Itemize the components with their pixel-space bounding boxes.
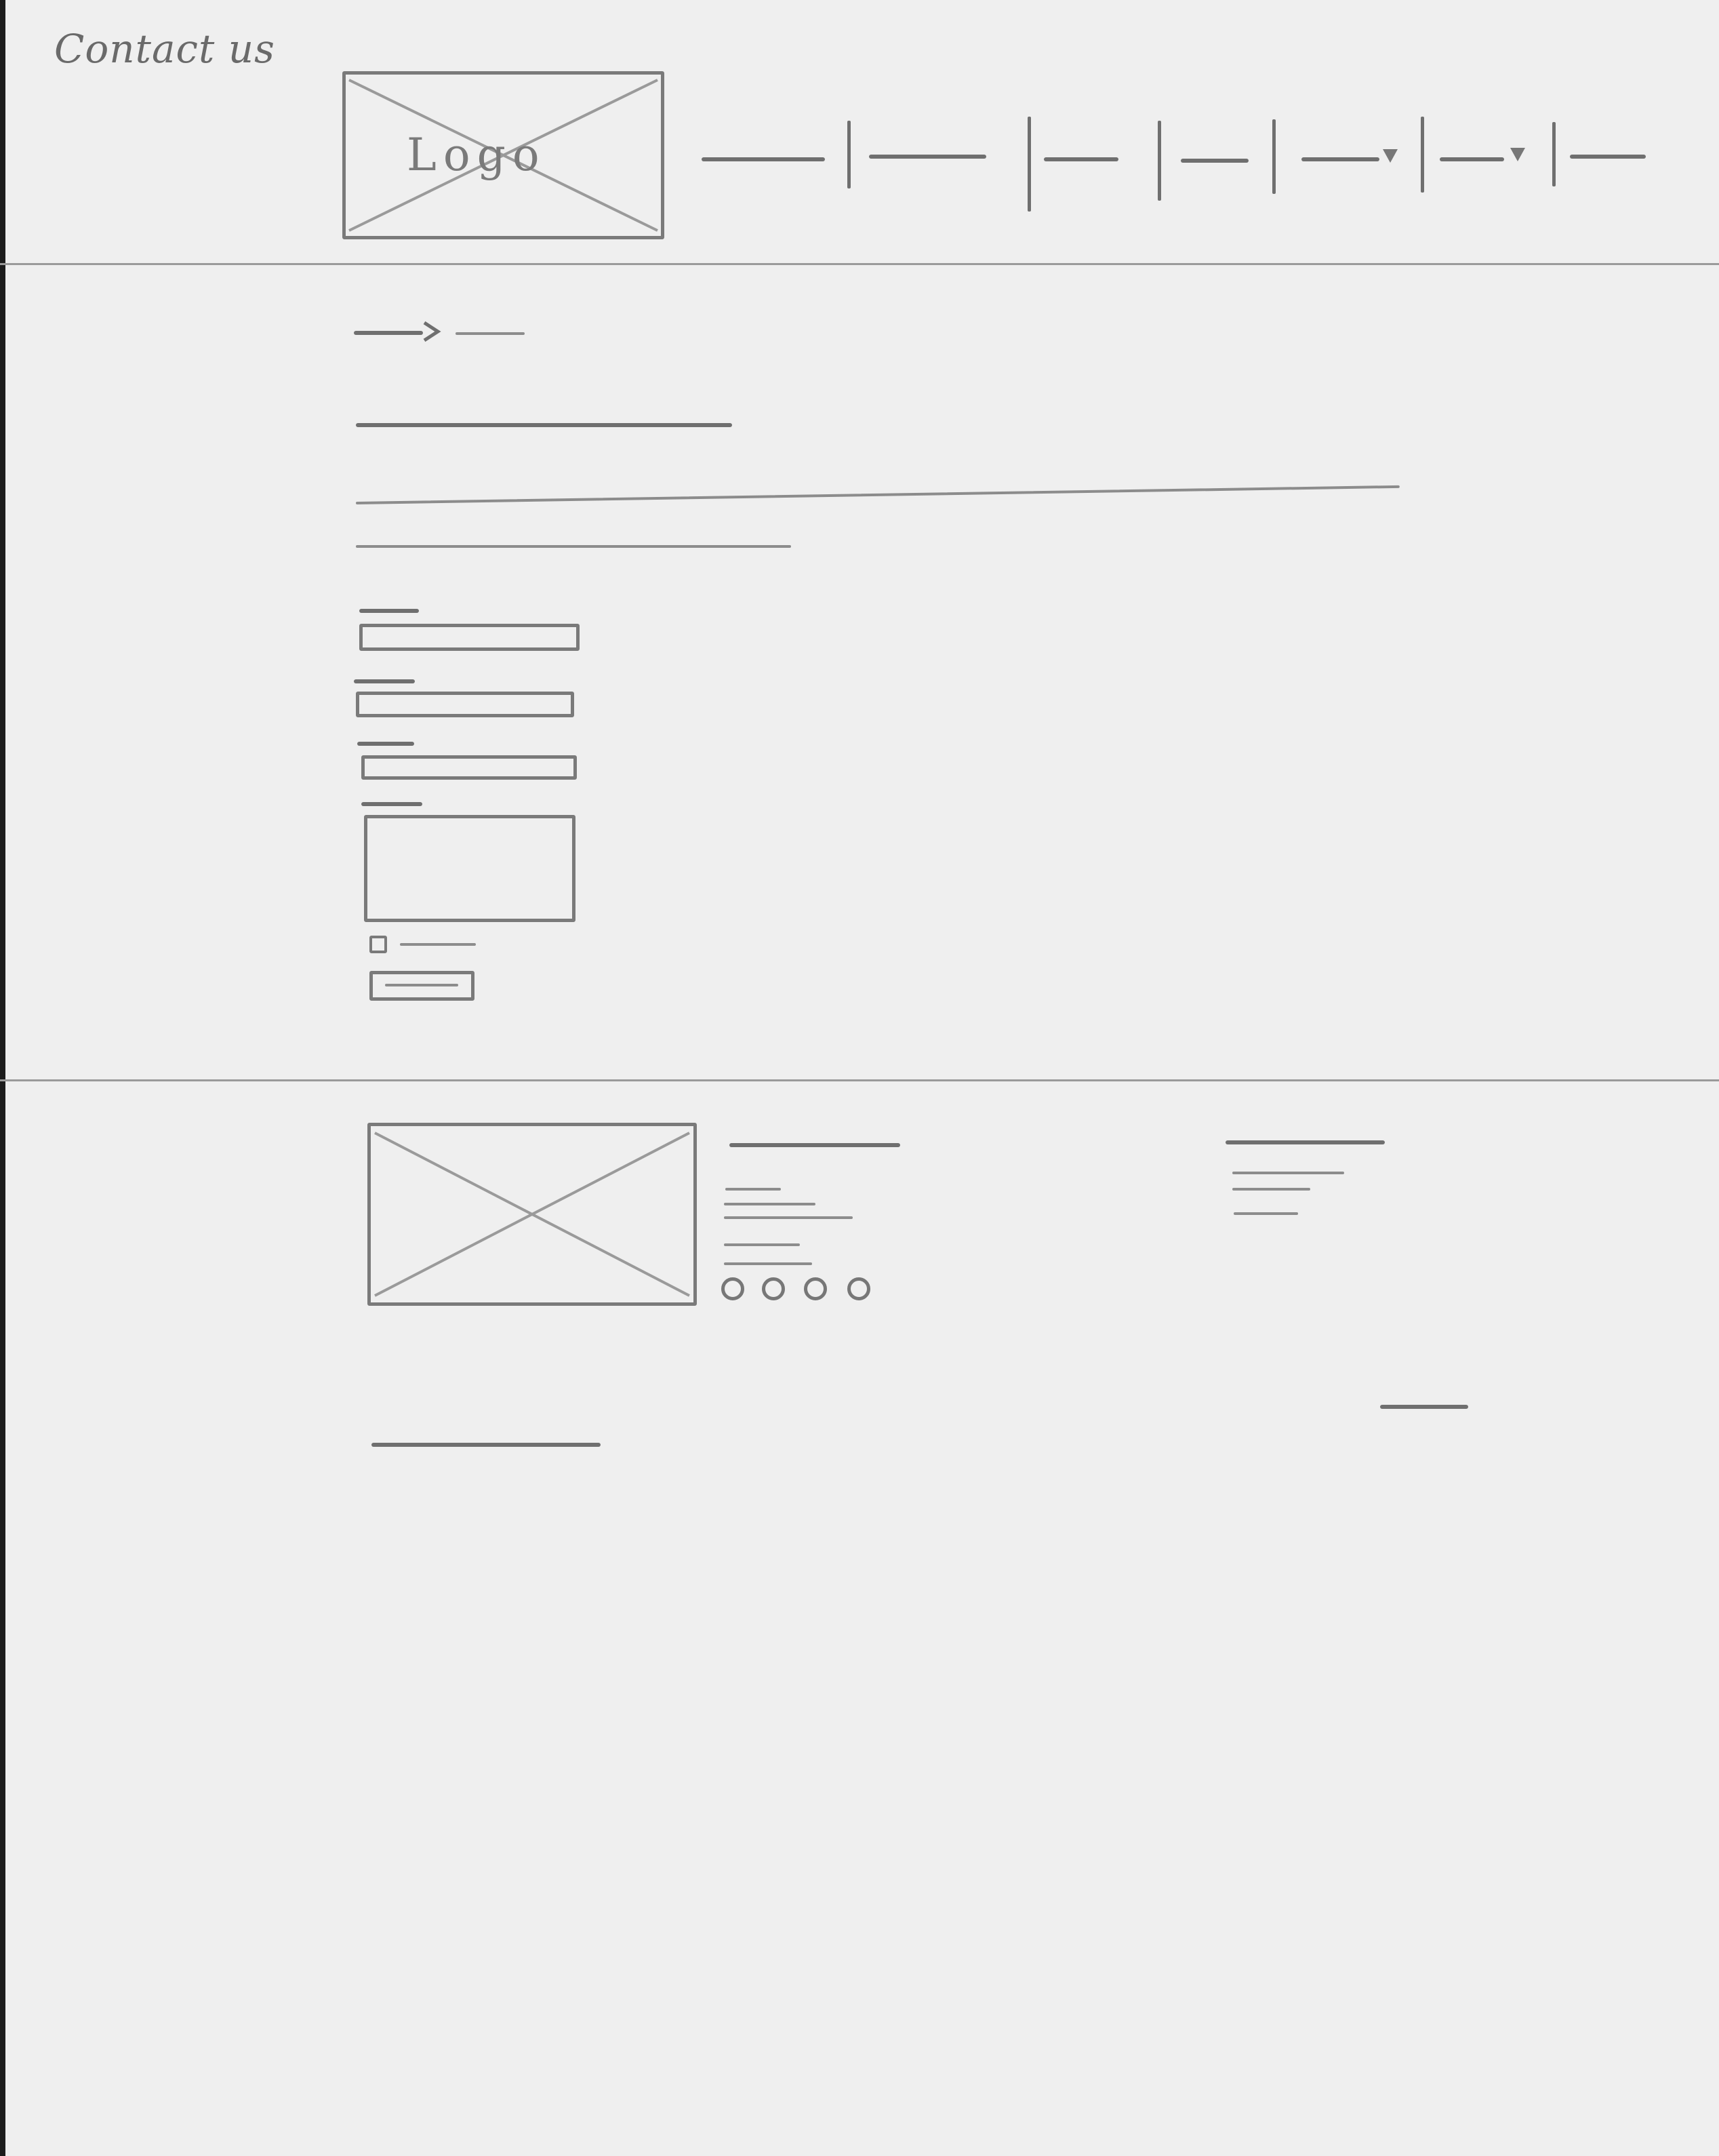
nav-item-6[interactable]: [1440, 157, 1504, 161]
nav-divider: [1552, 122, 1556, 186]
footer-link[interactable]: [1234, 1212, 1298, 1215]
social-icon[interactable]: [762, 1277, 785, 1300]
nav-item-4[interactable]: [1181, 159, 1249, 163]
footer-copyright: [371, 1443, 601, 1447]
footer-links-heading: [1226, 1140, 1385, 1144]
nav-divider: [847, 121, 851, 188]
social-icon[interactable]: [721, 1277, 744, 1300]
footer-divider: [0, 1079, 1719, 1081]
nav-item-1[interactable]: [702, 157, 825, 161]
nav-item-3[interactable]: [1044, 157, 1118, 161]
breadcrumb-current: [456, 332, 525, 335]
message-textarea[interactable]: [364, 815, 575, 922]
footer-link[interactable]: [1232, 1188, 1310, 1191]
chevron-down-icon[interactable]: [1510, 148, 1525, 161]
form-field-label: [357, 742, 414, 746]
form-field-label: [359, 609, 419, 613]
logo-text: Logo: [407, 129, 546, 181]
social-icon[interactable]: [847, 1277, 870, 1300]
breadcrumb-link[interactable]: [354, 331, 423, 335]
nav-item-2[interactable]: [869, 155, 986, 159]
subject-input[interactable]: [361, 755, 577, 780]
nav-item-5[interactable]: [1301, 157, 1379, 161]
nav-item-7[interactable]: [1570, 155, 1646, 159]
social-icon[interactable]: [804, 1277, 827, 1300]
chevron-down-icon[interactable]: [1383, 149, 1398, 163]
image-placeholder-icon: [374, 1132, 690, 1297]
submit-button-label: [385, 984, 458, 986]
email-input[interactable]: [356, 692, 574, 717]
consent-label: [400, 943, 476, 946]
footer-image-placeholder: [367, 1123, 697, 1306]
logo-placeholder[interactable]: Logo: [342, 71, 664, 239]
nav-divider: [1028, 117, 1031, 212]
submit-button[interactable]: [369, 971, 474, 1001]
form-field-label: [354, 679, 415, 683]
footer-contact-line: [724, 1243, 800, 1246]
intro-text-line-1: [355, 485, 1400, 504]
header-divider: [0, 263, 1719, 265]
nav-divider: [1421, 117, 1424, 193]
nav-divider: [1158, 121, 1161, 201]
footer-contact-line: [724, 1262, 812, 1265]
page-title: [356, 423, 732, 427]
footer-link[interactable]: [1232, 1172, 1344, 1174]
sketch-title: Contact us: [54, 26, 275, 72]
paper-left-edge: [0, 0, 5, 2156]
footer-contact-heading: [729, 1143, 900, 1147]
footer-contact-line: [724, 1216, 853, 1219]
form-field-label: [361, 802, 422, 806]
chevron-right-icon: [423, 321, 441, 342]
consent-checkbox[interactable]: [369, 936, 387, 953]
intro-text-line-2: [356, 545, 791, 548]
name-input[interactable]: [359, 624, 580, 651]
footer-contact-line: [724, 1203, 815, 1205]
nav-divider: [1272, 119, 1276, 194]
footer-legal-link[interactable]: [1380, 1405, 1468, 1409]
footer-contact-line: [725, 1188, 781, 1191]
